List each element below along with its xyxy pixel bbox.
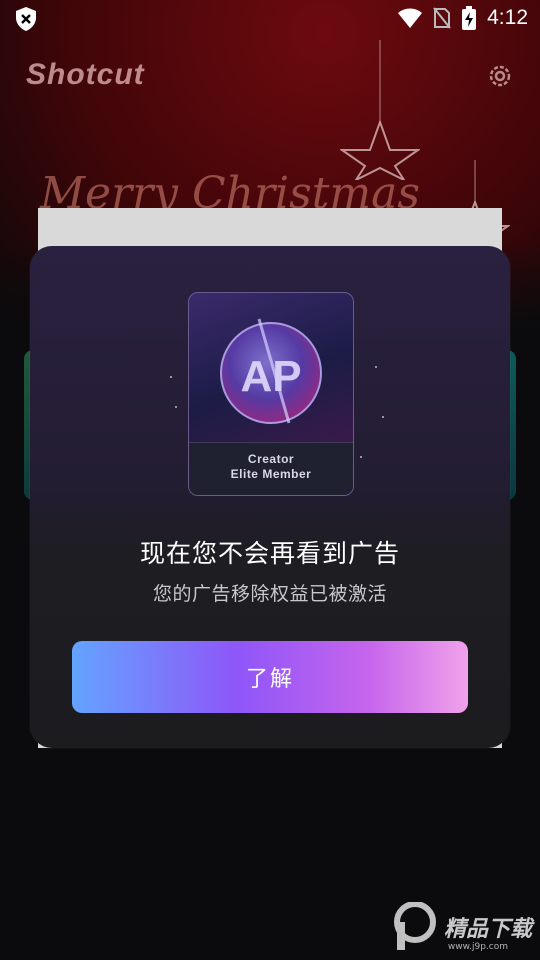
app-logo: Shotcut [26,58,145,91]
sparkle [375,366,377,368]
no-sim-icon [433,7,451,29]
settings-gear-icon[interactable] [486,62,514,90]
sparkle [360,456,362,458]
sparkle [170,376,172,378]
wifi-icon [398,8,423,28]
member-card: AP Creator Elite Member [188,292,354,496]
star-ornament-icon [340,40,420,180]
watermark: 精品下载 www.j9p.com [392,902,532,952]
battery-charging-icon [462,6,477,30]
watermark-brand: 精品下载 [443,917,532,942]
clock: 4:12 [487,6,528,29]
watermark-url: www.j9p.com [447,942,508,952]
watermark-logo-icon [393,902,436,950]
card-label-creator: Creator [247,452,295,466]
ap-emblem-icon: AP [220,318,322,424]
sparkle [382,416,384,418]
ad-removed-dialog: AP Creator Elite Member 现在您不会再看到广告 您的广告移… [30,246,510,748]
understand-button[interactable]: 了解 [72,641,468,713]
status-bar: 4:12 [0,0,540,38]
dialog-subtitle: 您的广告移除权益已被激活 [152,583,387,605]
shield-notification-icon [16,7,36,31]
card-label-elite-member: Elite Member [230,467,312,481]
dialog-title: 现在您不会再看到广告 [139,539,400,568]
sparkle [175,406,177,408]
